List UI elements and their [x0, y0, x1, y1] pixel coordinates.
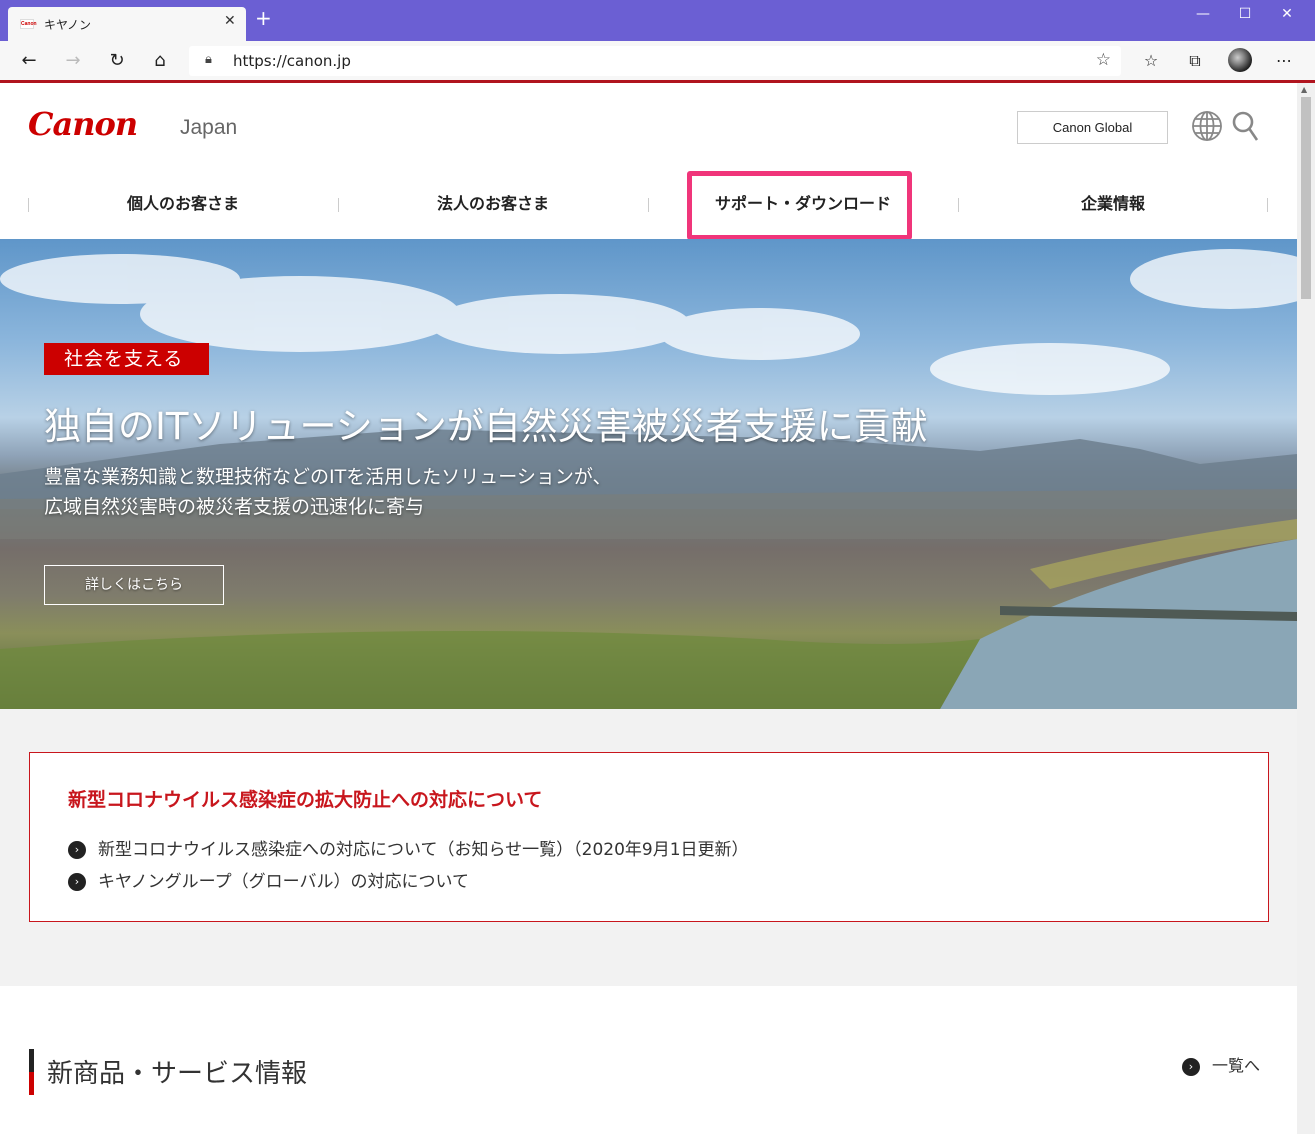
minimize-button[interactable]: —	[1188, 6, 1218, 22]
page-scrollbar[interactable]: ▲	[1297, 83, 1315, 1134]
canon-logo[interactable]: Canon	[28, 105, 138, 143]
view-all-link[interactable]: › 一覧へ	[1182, 1052, 1260, 1076]
chevron-right-icon: ›	[1182, 1057, 1200, 1076]
main-navigation: 個人のお客さま 法人のお客さま サポート・ダウンロード 企業情報	[28, 170, 1268, 238]
notice-title[interactable]: 新型コロナウイルス感染症の拡大防止への対応について	[68, 785, 542, 812]
notice-link-covid-updates[interactable]: › 新型コロナウイルス感染症への対応について（お知らせ一覧）（2020年9月1日更…	[68, 835, 749, 860]
collections-icon[interactable]: ⧉	[1183, 49, 1207, 73]
section-title-new-products: 新商品・サービス情報	[47, 1059, 308, 1089]
hero-banner[interactable]: 社会を支える 独自のITソリューションが自然災害被災者支援に貢献 豊富な業務知識…	[0, 239, 1297, 709]
covid-notice-box: 新型コロナウイルス感染症の拡大防止への対応について › 新型コロナウイルス感染症へ…	[29, 752, 1269, 922]
browser-toolbar: ← → ↻ ⌂ 🔒︎ https://canon.jp ☆ ☆ ⧉ ⋯	[0, 41, 1315, 80]
search-icon[interactable]	[1232, 111, 1260, 143]
nav-item-personal[interactable]: 個人のお客さま	[28, 170, 338, 238]
section-accent-bar	[29, 1049, 34, 1095]
browser-titlebar: Canon キヤノン ✕ + — ☐ ✕	[0, 0, 1315, 41]
profile-avatar[interactable]	[1228, 48, 1252, 72]
highlight-box	[687, 171, 912, 240]
home-icon[interactable]: ⌂	[148, 49, 172, 73]
notice-link-global-response[interactable]: › キヤノングループ（グローバル）の対応について	[68, 867, 469, 892]
nav-item-corporate[interactable]: 企業情報	[958, 170, 1268, 238]
forward-arrow-icon[interactable]: →	[61, 49, 85, 73]
favorite-star-icon[interactable]: ☆	[1096, 50, 1111, 70]
close-window-button[interactable]: ✕	[1272, 6, 1302, 22]
browser-tab[interactable]: Canon キヤノン ✕	[8, 7, 246, 41]
url-text[interactable]: https://canon.jp	[233, 52, 351, 70]
globe-icon[interactable]	[1191, 110, 1223, 142]
more-menu-icon[interactable]: ⋯	[1272, 49, 1296, 73]
chevron-right-icon: ›	[68, 873, 86, 891]
hero-category-label: 社会を支える	[44, 343, 209, 375]
tab-title: キヤノン	[44, 18, 92, 32]
nav-separator	[1267, 198, 1268, 212]
back-arrow-icon[interactable]: ←	[17, 49, 41, 73]
canon-favicon-icon: Canon	[20, 19, 37, 29]
new-tab-button[interactable]: +	[255, 8, 272, 28]
address-bar[interactable]: 🔒︎ https://canon.jp ☆	[189, 46, 1121, 76]
hero-subtitle-line-1: 豊富な業務知識と数理技術などのITを活用したソリューションが、	[44, 466, 612, 488]
chevron-right-icon: ›	[68, 841, 86, 859]
canon-global-button[interactable]: Canon Global	[1017, 111, 1168, 144]
scrollbar-thumb[interactable]	[1301, 97, 1311, 299]
tab-close-icon[interactable]: ✕	[224, 13, 236, 29]
region-label: Japan	[180, 116, 238, 139]
refresh-icon[interactable]: ↻	[105, 49, 129, 73]
lock-icon: 🔒︎	[205, 52, 212, 67]
maximize-button[interactable]: ☐	[1230, 6, 1260, 22]
hero-details-button[interactable]: 詳しくはこちら	[44, 565, 224, 605]
hero-title[interactable]: 独自のITソリューションが自然災害被災者支援に貢献	[44, 396, 928, 450]
scroll-up-arrow-icon[interactable]: ▲	[1301, 85, 1307, 94]
nav-item-business[interactable]: 法人のお客さま	[338, 170, 648, 238]
hero-subtitle-line-2: 広域自然災害時の被災者支援の迅速化に寄与	[44, 496, 425, 518]
favorites-list-icon[interactable]: ☆	[1139, 49, 1163, 73]
header-red-line	[0, 80, 1315, 83]
